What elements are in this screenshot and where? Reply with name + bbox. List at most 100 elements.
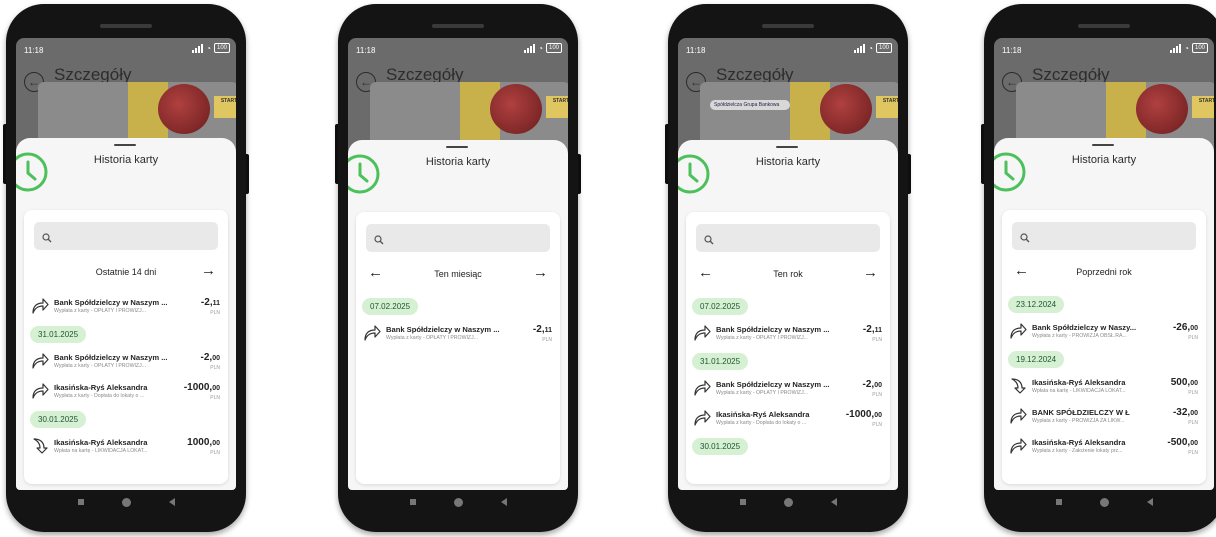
transaction-amount: -26,00: [1173, 322, 1198, 333]
amount-main: -2,: [200, 352, 213, 363]
transaction-currency: PLN: [210, 395, 220, 401]
date-group: 07.02.2025: [356, 294, 560, 319]
home-icon[interactable]: [453, 497, 463, 507]
transaction-amount: -1000,00: [846, 409, 882, 420]
sheet-title: Historia karty: [425, 156, 491, 168]
transaction-row[interactable]: Bank Spółdzielczy w Naszym ... Wypłata z …: [686, 374, 890, 404]
transaction-list: Bank Spółdzielczy w Naszym ... Wypłata z …: [24, 292, 228, 462]
status-time: 11:18: [1002, 46, 1022, 55]
amount-main: -26,: [1172, 322, 1191, 333]
search-input[interactable]: [34, 222, 218, 250]
home-icon[interactable]: [121, 497, 131, 507]
signal-icon: [192, 43, 204, 53]
date-chip: 23.12.2024: [1008, 296, 1065, 313]
status-bar: 11:18 ◔ 100: [678, 38, 898, 62]
sheet-drag-handle[interactable]: [776, 146, 798, 148]
transaction-row[interactable]: Bank Spółdzielczy w Naszym ... Wypłata z …: [686, 319, 890, 349]
outgoing-arrow-icon: [30, 296, 50, 316]
next-period-arrow-icon[interactable]: →: [201, 263, 216, 279]
transaction-description: Wypłata z karty - Założenie lokaty prz..…: [1032, 448, 1123, 454]
transaction-currency: PLN: [872, 392, 882, 398]
status-icons: ◔ 100: [524, 43, 562, 53]
transaction-row[interactable]: Bank Spółdzielczy w Naszy... Wypłata z ka…: [1002, 317, 1206, 347]
home-icon[interactable]: [783, 497, 793, 507]
sheet-drag-handle[interactable]: [1092, 144, 1114, 146]
recent-apps-icon[interactable]: [1055, 499, 1062, 505]
back-nav-icon[interactable]: [1146, 498, 1153, 506]
search-icon: [704, 232, 714, 250]
transaction-name: Bank Spółdzielczy w Naszym ...: [716, 380, 830, 389]
recent-apps-icon[interactable]: [77, 499, 84, 505]
amount-main: -2,: [200, 297, 213, 308]
incoming-arrow-icon: [1008, 376, 1028, 396]
transaction-row[interactable]: Ikasińska-Ryś Aleksandra Wypłata z karty …: [24, 377, 228, 407]
transaction-row[interactable]: Bank Spółdzielczy w Naszym ... Wypłata z …: [24, 347, 228, 377]
phone-screen: 11:18◔100←Szczegóły kartySTARTHistoria k…: [16, 38, 236, 490]
back-nav-icon[interactable]: [168, 498, 175, 506]
transaction-amount: -1000,00: [184, 382, 220, 393]
amount-cents: 00: [212, 385, 220, 392]
period-label: Ostatnie 14 dni: [95, 267, 157, 277]
status-time: 11:18: [356, 46, 376, 55]
transaction-row[interactable]: Ikasińska-Ryś Aleksandra Wpłata na kartę …: [24, 432, 228, 462]
signal-icon: [854, 43, 866, 53]
search-input[interactable]: [1012, 222, 1196, 250]
transaction-amount: 1000,00: [187, 437, 220, 448]
history-panel: ← Ten rok → 07.02.2025 Bank Spółdzielczy w N…: [686, 212, 890, 484]
outgoing-arrow-icon: [692, 408, 712, 428]
speaker-grille: [762, 24, 814, 28]
transaction-description: Wypłata z karty - OPŁATY I PROWIZJ...: [54, 308, 146, 314]
history-sheet: Historia karty ← Poprzedni rok 23.12.2024 Ba…: [994, 138, 1214, 490]
amount-cents: 00: [874, 412, 882, 419]
transaction-description: Wypłata z karty - PROWIZJA ZA LIKW...: [1032, 418, 1125, 424]
home-icon[interactable]: [1099, 497, 1109, 507]
wifi-icon: ◔: [1184, 43, 1189, 53]
status-icons: ◔ 100: [1170, 43, 1208, 53]
transaction-description: Wpłata na kartę - LIKWIDACJA LOKAT...: [1032, 388, 1126, 394]
amount-main: -1000,: [845, 409, 875, 420]
signal-icon: [1170, 43, 1182, 53]
card-art-flower: [158, 84, 210, 134]
speaker-grille: [1078, 24, 1130, 28]
status-time: 11:18: [686, 46, 706, 55]
transaction-name: Bank Spółdzielczy w Naszy...: [1032, 323, 1137, 332]
date-group: 30.01.2025: [686, 434, 890, 459]
transaction-row[interactable]: Ikasińska-Ryś Aleksandra Wpłata na kartę …: [1002, 372, 1206, 402]
period-label: Poprzedni rok: [1076, 267, 1132, 277]
card-start-label: START: [214, 96, 236, 118]
recent-apps-icon[interactable]: [739, 499, 746, 505]
transaction-row[interactable]: BANK SPÓŁDZIELCZY W Ł Wypłata z karty - P…: [1002, 402, 1206, 432]
search-icon: [42, 230, 52, 248]
transaction-row[interactable]: Bank Spółdzielczy w Naszym ... Wypłata z …: [356, 319, 560, 349]
date-group: 23.12.2024: [1002, 292, 1206, 317]
transaction-name: Ikasińska-Ryś Aleksandra: [1032, 438, 1126, 447]
amount-cents: 00: [874, 382, 882, 389]
back-nav-icon[interactable]: [500, 498, 507, 506]
phone-screen: 11:18◔100←Szczegóły kartySTARTHistoria k…: [994, 38, 1214, 490]
sheet-drag-handle[interactable]: [446, 146, 468, 148]
period-label: Ten rok: [773, 269, 803, 279]
android-nav-bar: [678, 490, 898, 514]
status-bar: 11:18 ◔ 100: [16, 38, 236, 62]
transaction-row[interactable]: Ikasińska-Ryś Aleksandra Wypłata z karty …: [1002, 432, 1206, 462]
search-input[interactable]: [696, 224, 880, 252]
wifi-icon: ◔: [868, 43, 873, 53]
date-group: 31.01.2025: [686, 349, 890, 374]
battery-icon: 100: [1191, 43, 1208, 53]
sheet-title: Historia karty: [93, 154, 159, 166]
next-period-arrow-icon[interactable]: →: [533, 265, 548, 281]
status-bar: 11:18 ◔ 100: [994, 38, 1214, 62]
search-input[interactable]: [366, 224, 550, 252]
transaction-row[interactable]: Bank Spółdzielczy w Naszym ... Wypłata z …: [24, 292, 228, 322]
next-period-arrow-icon[interactable]: →: [863, 265, 878, 281]
transaction-currency: PLN: [210, 310, 220, 316]
status-icons: ◔ 100: [854, 43, 892, 53]
card-art-flower: [490, 84, 542, 134]
transaction-list: 07.02.2025 Bank Spółdzielczy w Naszym ...…: [356, 294, 560, 349]
sheet-drag-handle[interactable]: [114, 144, 136, 146]
transaction-row[interactable]: Ikasińska-Ryś Aleksandra Wypłata z karty …: [686, 404, 890, 434]
transaction-amount: -32,00: [1173, 407, 1198, 418]
recent-apps-icon[interactable]: [409, 499, 416, 505]
back-nav-icon[interactable]: [830, 498, 837, 506]
android-nav-bar: [348, 490, 568, 514]
